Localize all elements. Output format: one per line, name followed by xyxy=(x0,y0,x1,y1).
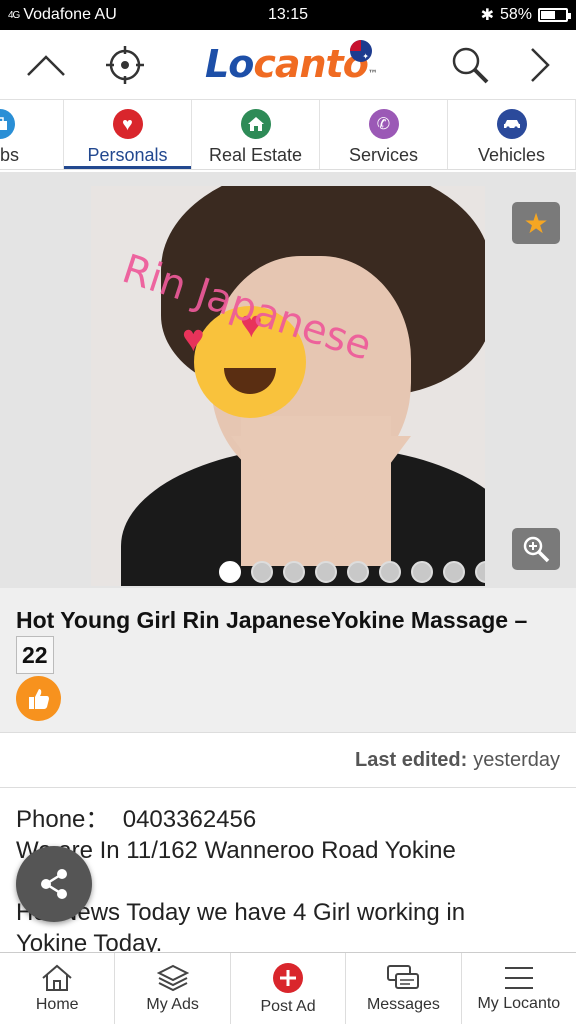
image-gallery[interactable]: ♥ ♥ Rin Japanese ★ xyxy=(0,172,576,588)
last-edited-value: yesterday xyxy=(473,748,560,771)
zoom-in-icon xyxy=(523,536,550,563)
home-icon xyxy=(42,964,72,991)
next-button[interactable] xyxy=(510,30,570,100)
gallery-dot[interactable] xyxy=(283,561,305,583)
nav-post-ad[interactable]: Post Ad xyxy=(231,953,347,1024)
tab-personals[interactable]: ♥ Personals xyxy=(64,100,192,169)
phone-line: Phone： 0403362456 xyxy=(16,806,257,833)
scroll-up-button[interactable] xyxy=(16,30,76,100)
chat-icon xyxy=(387,964,420,989)
nav-home[interactable]: Home xyxy=(0,953,116,1024)
tab-services[interactable]: ✆ Services xyxy=(320,100,448,169)
battery-percent: 58% xyxy=(499,6,532,23)
gallery-dot[interactable] xyxy=(347,561,369,583)
news-line: Hot News Today we have 4 Girl working in xyxy=(16,899,466,926)
car-icon xyxy=(496,109,527,139)
age-badge: 22 xyxy=(16,636,54,674)
thumbs-up-icon xyxy=(28,688,49,709)
ad-title: Hot Young Girl Rin JapaneseYokine Massag… xyxy=(16,604,560,674)
share-button[interactable] xyxy=(16,846,92,922)
tab-real-estate[interactable]: Real Estate xyxy=(192,100,320,169)
address-line: We are In 11/162 Wanneroo Road Yokine xyxy=(16,837,456,864)
locate-button[interactable] xyxy=(95,30,155,100)
ad-photo[interactable]: ♥ ♥ Rin Japanese xyxy=(91,186,485,586)
heart-icon: ♥ xyxy=(112,109,143,139)
bluetooth-icon: ✱ xyxy=(480,7,494,24)
nav-my-ads[interactable]: My Ads xyxy=(115,953,231,1024)
status-bar: 4G Vodafone AU 13:15 ✱ 58% xyxy=(0,0,576,30)
share-icon xyxy=(41,869,67,899)
ad-header: Hot Young Girl Rin JapaneseYokine Massag… xyxy=(0,588,576,732)
search-icon xyxy=(452,47,489,84)
phone-icon: ✆ xyxy=(368,109,399,139)
zoom-button[interactable] xyxy=(512,528,560,570)
carrier-name: Vodafone AU xyxy=(23,6,117,23)
favorite-button[interactable]: ★ xyxy=(512,202,560,244)
gallery-dot[interactable] xyxy=(379,561,401,583)
menu-icon xyxy=(504,966,533,989)
gallery-dot[interactable] xyxy=(219,561,241,583)
gallery-dot[interactable] xyxy=(443,561,465,583)
battery-icon xyxy=(538,8,571,22)
gallery-dot[interactable] xyxy=(315,561,337,583)
plus-circle-icon xyxy=(273,962,304,993)
star-icon: ★ xyxy=(523,207,549,239)
gallery-dot[interactable] xyxy=(251,561,273,583)
search-button[interactable] xyxy=(440,30,500,100)
like-button[interactable] xyxy=(16,676,61,721)
crosshair-icon xyxy=(106,46,144,84)
gallery-pagination xyxy=(219,561,485,583)
chevron-right-icon xyxy=(531,48,550,82)
last-edited: Last edited: yesterday xyxy=(0,732,576,788)
briefcase-icon xyxy=(0,109,15,139)
ad-description: Phone： 0403362456 We are In 11/162 Wanne… xyxy=(16,804,560,959)
nav-my-locanto[interactable]: My Locanto xyxy=(462,953,576,1024)
tab-jobs[interactable]: bs xyxy=(0,100,64,169)
bottom-nav: Home My Ads Post Ad Messages My Locanto xyxy=(0,952,576,1024)
category-tabs: bs ♥ Personals Real Estate ✆ Services Ve… xyxy=(0,100,576,170)
gallery-dot[interactable] xyxy=(475,561,485,583)
nav-messages[interactable]: Messages xyxy=(346,953,462,1024)
home-icon xyxy=(240,109,271,139)
tab-vehicles[interactable]: Vehicles xyxy=(448,100,576,169)
top-nav: Locanto™ xyxy=(0,30,576,100)
chevron-up-icon xyxy=(27,55,65,76)
australia-flag-icon xyxy=(350,40,372,62)
stack-icon xyxy=(156,964,189,991)
clock: 13:15 xyxy=(267,6,309,23)
gallery-dot[interactable] xyxy=(411,561,433,583)
signal-icon: 4G xyxy=(8,9,20,21)
last-edited-label: Last edited: xyxy=(355,748,468,771)
